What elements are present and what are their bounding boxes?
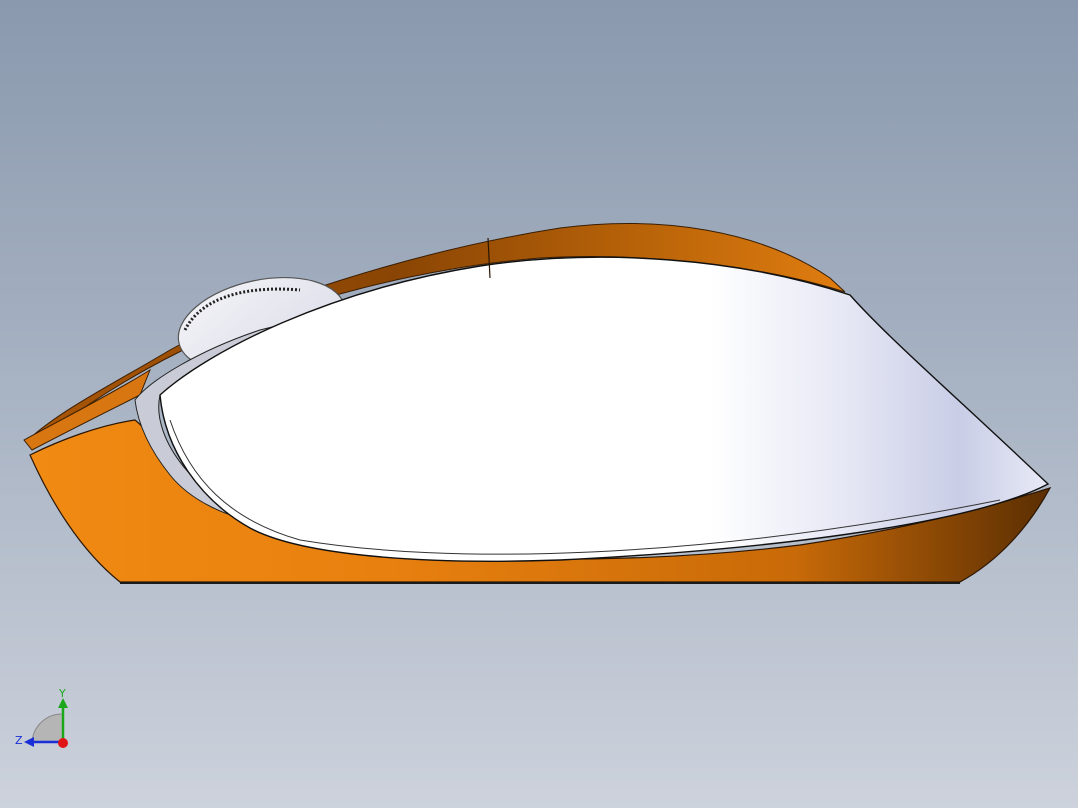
graphics-viewport[interactable]: Y Z [0,0,1078,808]
x-axis-dot [58,738,68,748]
coordinate-triad: Y Z [15,687,68,748]
y-axis-label: Y [58,687,66,700]
triad-base-arc [31,713,64,743]
z-axis-arrow [24,737,34,747]
mouse-model[interactable] [0,0,1078,808]
z-axis-label: Z [15,734,23,747]
